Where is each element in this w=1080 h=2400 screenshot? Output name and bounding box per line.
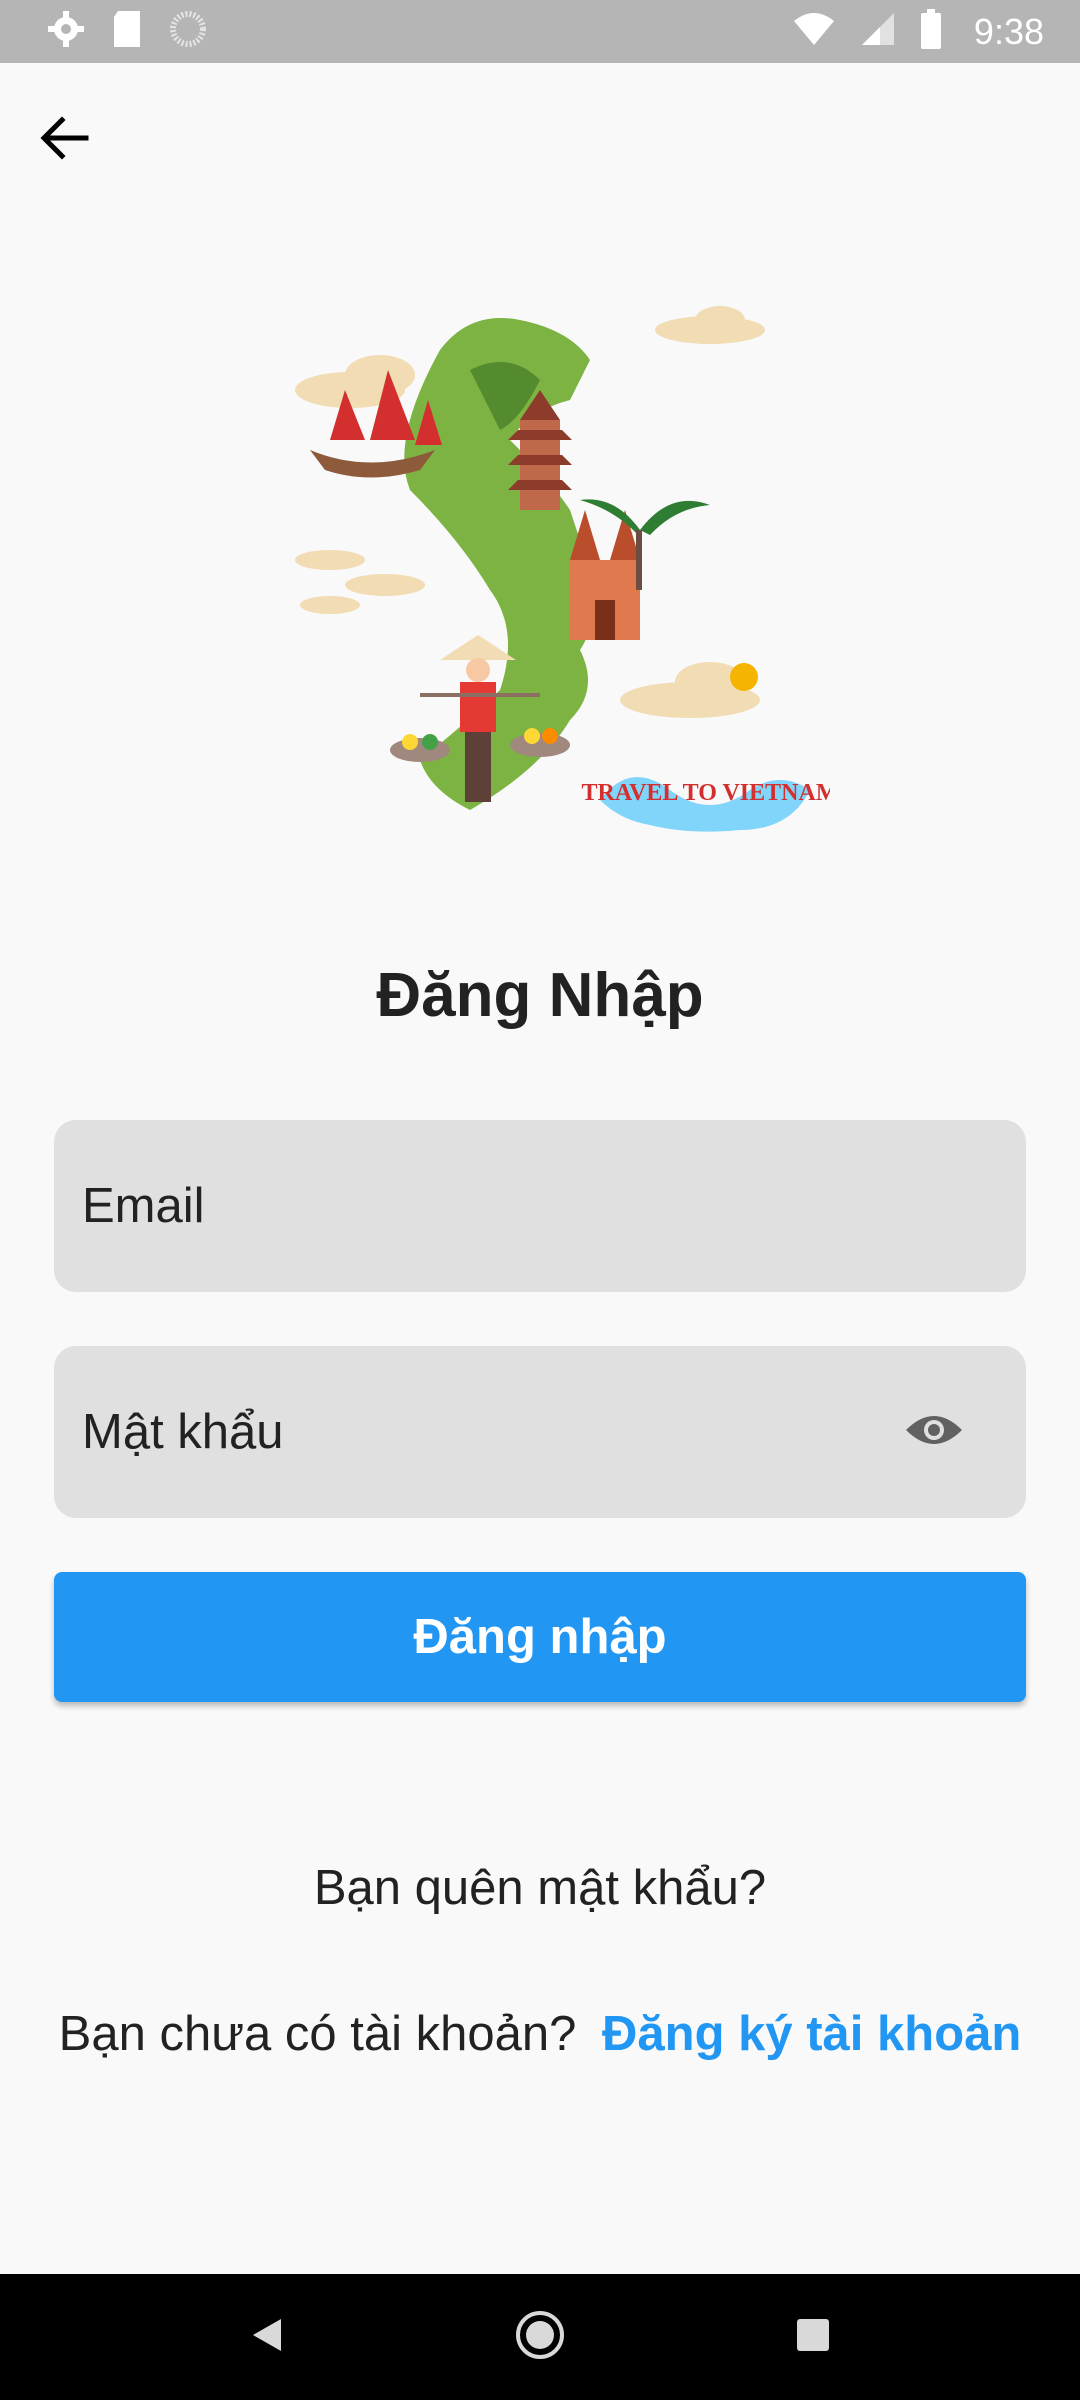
- email-field-container[interactable]: [54, 1120, 1026, 1292]
- nav-home-button[interactable]: [500, 2297, 580, 2377]
- status-bar: 9:38: [0, 0, 1080, 63]
- vietnam-travel-illustration: TRAVEL TO VIETNAM: [270, 290, 838, 850]
- home-circle-icon: [514, 2309, 566, 2366]
- page-title: Đăng Nhập: [376, 961, 704, 1030]
- wifi-icon: [792, 11, 836, 52]
- arrow-left-icon: [36, 110, 92, 171]
- battery-icon: [920, 9, 942, 54]
- sd-card-icon: [110, 9, 144, 54]
- recents-square-icon: [795, 2317, 831, 2358]
- status-left-icons: [46, 9, 208, 54]
- illustration-caption: TRAVEL TO VIETNAM: [582, 780, 830, 806]
- nav-recents-button[interactable]: [773, 2297, 853, 2377]
- no-account-text: Bạn chưa có tài khoản?: [58, 2007, 577, 2061]
- loading-icon: [168, 9, 208, 54]
- signup-row: Bạn chưa có tài khoản? Đăng ký tài khoản: [0, 2006, 1080, 2062]
- status-right-icons: 9:38: [792, 9, 1044, 54]
- password-field-container[interactable]: [54, 1346, 1026, 1518]
- signup-link[interactable]: Đăng ký tài khoản: [602, 2007, 1021, 2061]
- nav-back-button[interactable]: [227, 2297, 307, 2377]
- forgot-password-link[interactable]: Bạn quên mật khẩu?: [0, 1860, 1080, 1916]
- signal-icon: [860, 11, 896, 52]
- eye-icon: [904, 1410, 964, 1455]
- back-triangle-icon: [249, 2315, 285, 2360]
- sun-shape: [730, 663, 758, 691]
- settings-icon: [46, 9, 86, 54]
- system-nav-bar: [0, 2274, 1080, 2400]
- login-button[interactable]: Đăng nhập: [54, 1572, 1026, 1702]
- church-shape: [570, 510, 640, 640]
- back-button[interactable]: [28, 104, 100, 176]
- email-field[interactable]: [82, 1178, 998, 1234]
- password-field[interactable]: [82, 1404, 898, 1460]
- status-time: 9:38: [973, 10, 1044, 52]
- password-visibility-toggle[interactable]: [898, 1396, 970, 1468]
